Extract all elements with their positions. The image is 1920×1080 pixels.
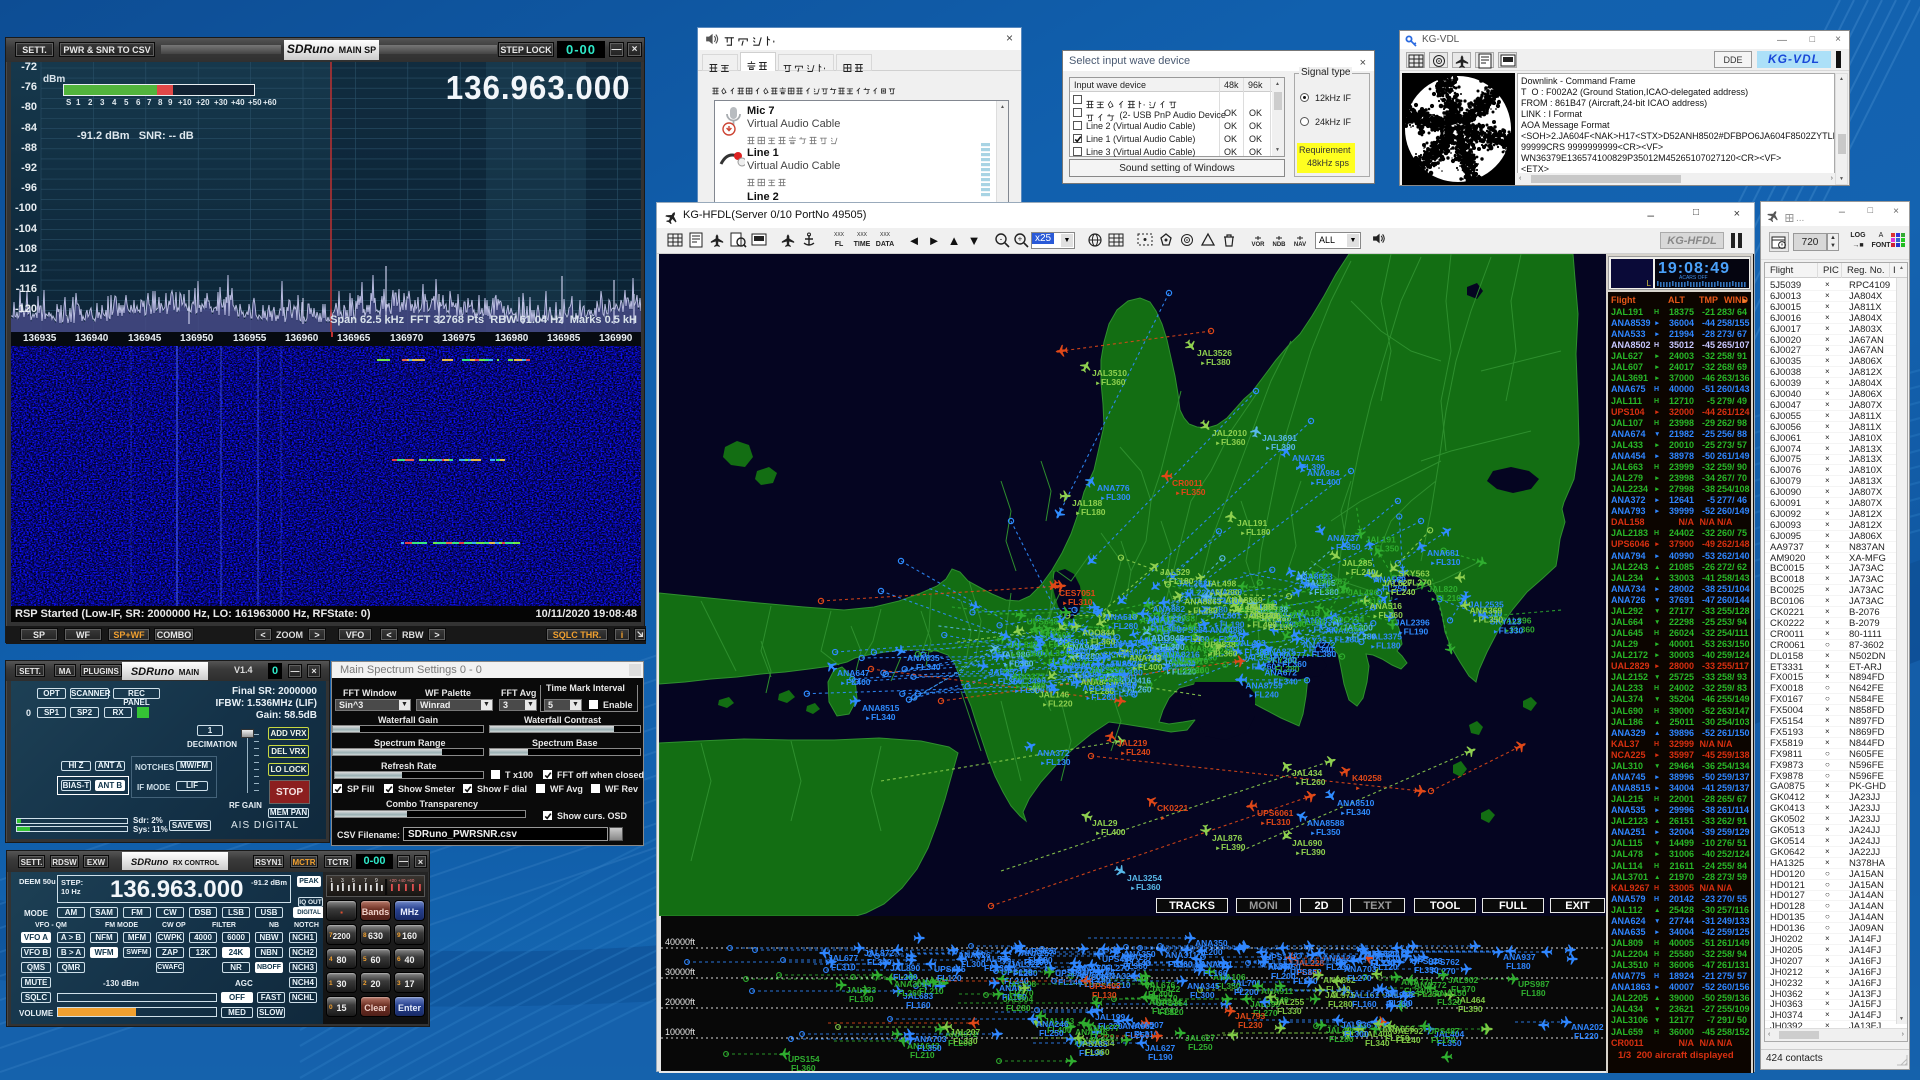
svg-text:FL350: FL350 — [917, 1043, 942, 1053]
svg-text:FL280: FL280 — [1328, 999, 1353, 1009]
svg-text:FL170: FL170 — [1153, 993, 1178, 1003]
svg-text:FL360: FL360 — [791, 1063, 816, 1071]
svg-text:FL140: FL140 — [1326, 984, 1351, 994]
svg-text:NAV: NAV — [1294, 242, 1306, 248]
svg-text:FL330: FL330 — [953, 1036, 978, 1046]
svg-text:FL190: FL190 — [849, 994, 874, 1004]
svg-text:FL250: FL250 — [1039, 1028, 1064, 1038]
svg-text:►: ► — [1160, 816, 1166, 822]
svg-text:K40258: K40258 — [1352, 773, 1382, 783]
svg-text:+: + — [1018, 235, 1023, 244]
svg-text:40000ft: 40000ft — [665, 937, 696, 947]
svg-text:FL230: FL230 — [1238, 1020, 1263, 1030]
svg-text:FL260: FL260 — [893, 972, 918, 982]
svg-text:FL170: FL170 — [1431, 1035, 1456, 1045]
svg-text:VOR: VOR — [1251, 242, 1265, 248]
svg-text:FL340: FL340 — [1365, 1038, 1390, 1048]
svg-text:FL160: FL160 — [1352, 999, 1377, 1009]
svg-text:FL360: FL360 — [1168, 959, 1193, 969]
svg-text:FL360: FL360 — [1085, 1047, 1110, 1057]
svg-text:10000ft: 10000ft — [665, 1027, 696, 1037]
svg-text:►: ► — [1355, 786, 1361, 792]
svg-text:9: 9 — [375, 878, 378, 884]
svg-text:FL250: FL250 — [1188, 1042, 1213, 1052]
svg-text:FL330: FL330 — [1277, 1006, 1302, 1016]
svg-text:FL160: FL160 — [906, 1000, 931, 1010]
svg-text:FL140: FL140 — [1058, 977, 1083, 987]
svg-text:FL190: FL190 — [1148, 1052, 1173, 1062]
svg-text:FL350: FL350 — [1458, 1004, 1483, 1014]
svg-text:1: 1 — [330, 878, 333, 884]
svg-text:20000ft: 20000ft — [665, 997, 696, 1007]
svg-text:FL180: FL180 — [1506, 961, 1531, 971]
svg-text:5: 5 — [352, 878, 355, 884]
svg-text:FL280: FL280 — [1006, 1003, 1031, 1013]
svg-text:7: 7 — [364, 878, 367, 884]
svg-text:FL350: FL350 — [1414, 965, 1439, 975]
svg-text:3: 3 — [341, 878, 344, 884]
svg-text:FL160: FL160 — [1203, 968, 1228, 978]
svg-text:CK0221: CK0221 — [1157, 803, 1188, 813]
svg-text:FL300: FL300 — [1344, 1029, 1369, 1039]
svg-text:NDB: NDB — [1273, 242, 1287, 248]
svg-text:FL310: FL310 — [1134, 1029, 1159, 1039]
svg-text:+20 +40 +60: +20 +40 +60 — [389, 878, 415, 883]
svg-text:30000ft: 30000ft — [665, 967, 696, 977]
svg-text:FL220: FL220 — [1574, 1031, 1599, 1041]
svg-text:FL230: FL230 — [1371, 958, 1396, 968]
svg-text:-: - — [1000, 235, 1003, 244]
svg-text:FL260: FL260 — [1386, 999, 1411, 1009]
svg-text:FL270: FL270 — [1347, 973, 1372, 983]
svg-text:FL320: FL320 — [1437, 997, 1462, 1007]
svg-text:FL390: FL390 — [1152, 1006, 1177, 1016]
svg-text:FL130: FL130 — [984, 963, 1009, 973]
svg-text:FL180: FL180 — [1521, 988, 1546, 998]
svg-text:FL260: FL260 — [897, 988, 922, 998]
